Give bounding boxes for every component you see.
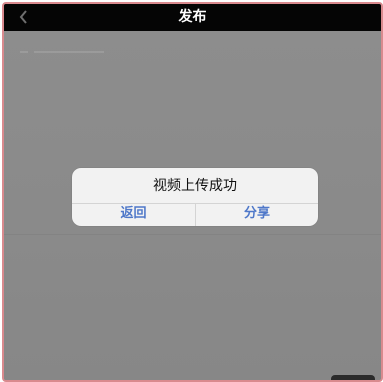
nav-bar: 发布 <box>4 4 381 31</box>
dialog-message: 视频上传成功 <box>153 178 237 194</box>
page-title: 发布 <box>178 9 207 25</box>
bottom-corner-control <box>331 375 375 380</box>
faded-back-row <box>20 41 110 55</box>
back-button[interactable]: 返回 <box>72 204 195 226</box>
content-divider <box>4 234 381 235</box>
share-button[interactable]: 分享 <box>196 204 318 226</box>
upload-success-dialog: 视频上传成功 返回 分享 <box>72 168 318 226</box>
phone-screen: 发布 视频上传成功 返回 分享 <box>2 2 383 382</box>
